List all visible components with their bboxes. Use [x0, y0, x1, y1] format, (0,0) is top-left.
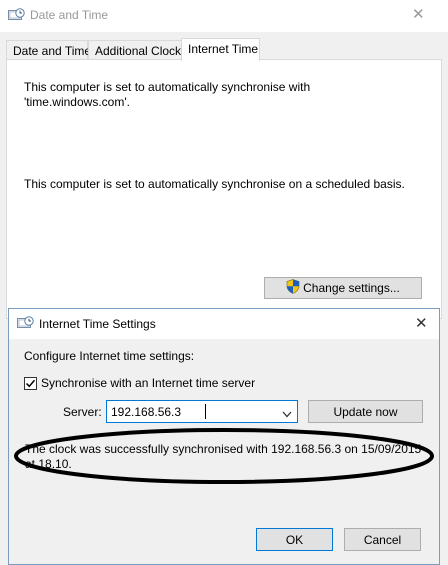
uac-shield-icon	[286, 279, 300, 297]
server-label: Server:	[63, 405, 102, 419]
clock-app-icon	[8, 8, 25, 22]
close-icon[interactable]: ✕	[412, 5, 425, 23]
tab-date-and-time[interactable]: Date and Time	[6, 40, 91, 60]
server-value: 192.168.56.3	[111, 405, 182, 419]
tab-internet-time[interactable]: Internet Time	[181, 38, 260, 61]
sync-checkbox[interactable]	[24, 376, 37, 390]
tab-strip: Date and Time Additional Clocks Internet…	[6, 38, 442, 61]
internet-time-panel: This computer is set to automatically sy…	[6, 59, 442, 319]
sync-server-text: This computer is set to automatically sy…	[24, 80, 311, 109]
change-settings-button[interactable]: Change settings...	[264, 277, 422, 299]
update-now-button[interactable]: Update now	[308, 400, 423, 423]
dialog-title: Internet Time Settings	[39, 317, 156, 331]
chevron-down-icon[interactable]	[282, 407, 292, 421]
server-input[interactable]: 192.168.56.3	[106, 400, 298, 423]
checkmark-icon	[25, 379, 36, 387]
text-caret	[205, 404, 206, 419]
sync-checkbox-row[interactable]: Synchronise with an Internet time server	[24, 376, 255, 390]
cancel-button[interactable]: Cancel	[344, 528, 421, 551]
ok-button[interactable]: OK	[256, 528, 333, 551]
status-message: The clock was successfully synchronised …	[25, 442, 422, 471]
internet-time-settings-dialog: Internet Time Settings ✕ Configure Inter…	[8, 308, 440, 565]
dialog-titlebar[interactable]: Internet Time Settings ✕	[9, 309, 439, 339]
configure-label: Configure Internet time settings:	[24, 349, 195, 363]
close-icon[interactable]: ✕	[415, 314, 428, 332]
tab-additional-clocks[interactable]: Additional Clocks	[88, 40, 187, 60]
change-settings-label: Change settings...	[303, 281, 400, 295]
sync-checkbox-label: Synchronise with an Internet time server	[41, 376, 256, 390]
schedule-text: This computer is set to automatically sy…	[24, 177, 405, 191]
clock-app-icon	[17, 316, 34, 330]
window-titlebar[interactable]: Date and Time ✕	[0, 0, 448, 32]
window-title: Date and Time	[30, 8, 109, 22]
